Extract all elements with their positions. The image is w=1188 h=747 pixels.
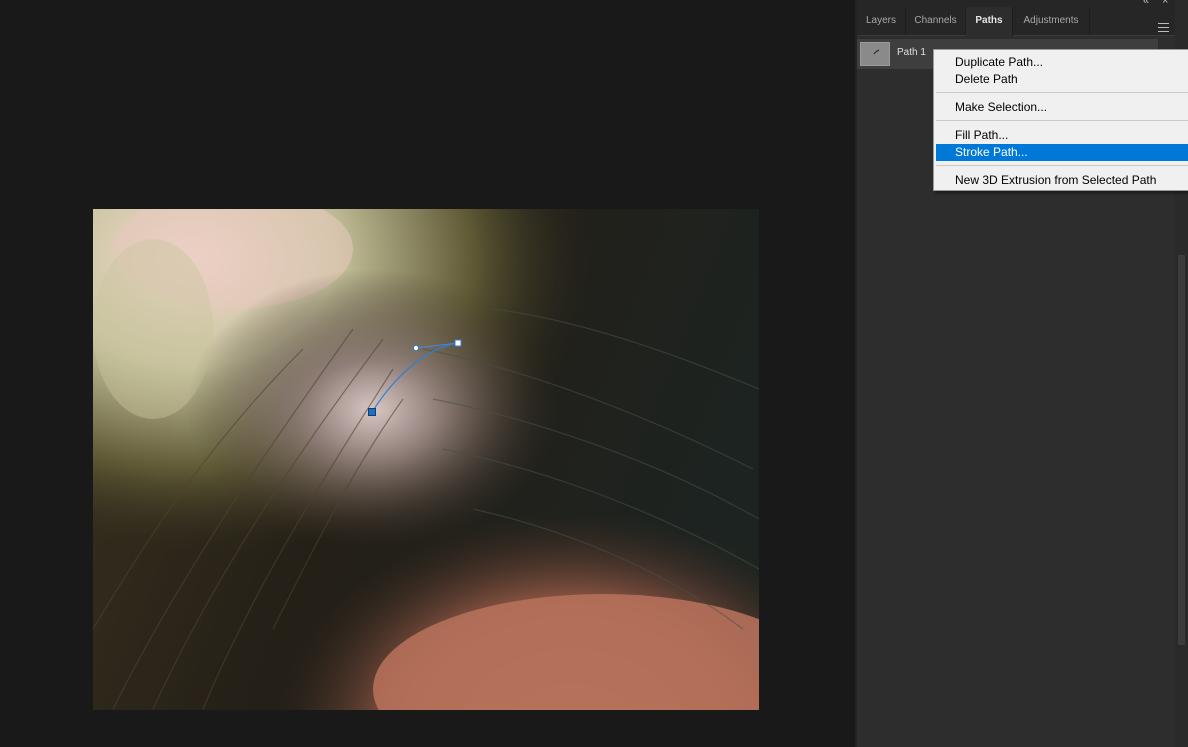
tab-paths[interactable]: Paths: [966, 7, 1013, 36]
menu-item-delete-path[interactable]: Delete Path: [936, 71, 1188, 88]
panel-tabs: Layers Channels Paths Adjustments: [857, 7, 1175, 36]
anchor-point-end[interactable]: [454, 339, 462, 347]
menu-item-duplicate-path[interactable]: Duplicate Path...: [936, 54, 1188, 71]
path-name: Path 1: [897, 47, 926, 58]
hamburger-menu-icon[interactable]: [1158, 23, 1169, 32]
panel-scroll-thumb[interactable]: [1178, 255, 1185, 645]
menu-item-fill-path[interactable]: Fill Path...: [936, 127, 1188, 144]
path-segment[interactable]: [371, 342, 459, 413]
document-canvas[interactable]: [93, 209, 759, 710]
pen-path-overlay[interactable]: [93, 209, 759, 710]
path-thumbnail: [860, 42, 890, 66]
tab-channels[interactable]: Channels: [906, 7, 966, 35]
path-thumbnail-icon: [873, 49, 880, 55]
menu-item-new-3d-extrusion[interactable]: New 3D Extrusion from Selected Path: [936, 172, 1188, 189]
direction-handle-point[interactable]: [412, 344, 420, 352]
document-workspace[interactable]: [0, 0, 857, 747]
anchor-point-start[interactable]: [368, 408, 376, 416]
tab-layers[interactable]: Layers: [857, 7, 906, 35]
menu-item-stroke-path[interactable]: Stroke Path...: [936, 144, 1188, 161]
path-context-menu: Duplicate Path... Delete Path Make Selec…: [933, 49, 1188, 191]
tab-adjustments[interactable]: Adjustments: [1013, 7, 1090, 35]
menu-separator: [936, 120, 1188, 121]
menu-separator: [936, 165, 1188, 166]
close-panel-icon[interactable]: ×: [1162, 0, 1168, 7]
menu-item-make-selection[interactable]: Make Selection...: [936, 99, 1188, 116]
menu-separator: [936, 92, 1188, 93]
panel-header-strip: « ×: [857, 0, 1175, 7]
collapse-panel-icon[interactable]: «: [1143, 0, 1149, 7]
